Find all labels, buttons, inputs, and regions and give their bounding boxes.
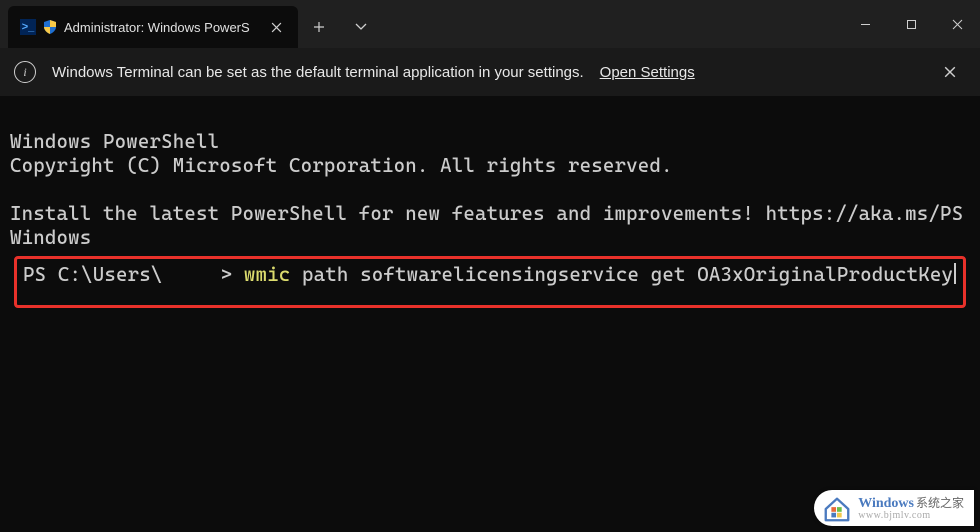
tab-dropdown-button[interactable] xyxy=(340,6,382,48)
terminal-tab[interactable]: >_ Administrator: Windows PowerS xyxy=(8,6,298,48)
info-icon: i xyxy=(14,61,36,83)
terminal-line: Windows PowerShell xyxy=(10,130,219,153)
infobar-close-button[interactable] xyxy=(934,56,966,88)
window-controls xyxy=(842,0,980,48)
watermark-brand: Windows xyxy=(858,497,914,511)
command-keyword: wmic xyxy=(244,263,291,286)
titlebar-drag-region[interactable] xyxy=(382,0,842,48)
terminal-line: Install the latest PowerShell for new fe… xyxy=(10,202,963,249)
window-titlebar: >_ Administrator: Windows PowerS xyxy=(0,0,980,48)
watermark-url: www.bjmlv.com xyxy=(858,511,964,521)
infobar-message: Windows Terminal can be set as the defau… xyxy=(52,64,584,81)
window-close-button[interactable] xyxy=(934,0,980,48)
default-terminal-infobar: i Windows Terminal can be set as the def… xyxy=(0,48,980,96)
uac-shield-icon xyxy=(44,20,56,34)
terminal-line: Copyright (C) Microsoft Corporation. All… xyxy=(10,154,673,177)
minimize-button[interactable] xyxy=(842,0,888,48)
house-icon xyxy=(822,494,852,524)
powershell-icon: >_ xyxy=(20,19,36,35)
maximize-button[interactable] xyxy=(888,0,934,48)
prompt-text: PS C:\Users\ > xyxy=(23,263,244,286)
terminal-output[interactable]: Windows PowerShell Copyright (C) Microso… xyxy=(0,96,980,342)
command-highlight-box: PS C:\Users\ > wmic path softwarelicensi… xyxy=(14,256,966,308)
text-cursor xyxy=(954,263,956,284)
command-args: path softwarelicensingservice get OA3xOr… xyxy=(290,263,953,286)
tab-close-button[interactable] xyxy=(262,13,290,41)
watermark-suffix: 系统之家 xyxy=(916,497,964,509)
new-tab-button[interactable] xyxy=(298,6,340,48)
watermark-badge: Windows 系统之家 www.bjmlv.com xyxy=(814,490,974,526)
open-settings-link[interactable]: Open Settings xyxy=(600,64,695,81)
tab-title: Administrator: Windows PowerS xyxy=(64,20,254,35)
